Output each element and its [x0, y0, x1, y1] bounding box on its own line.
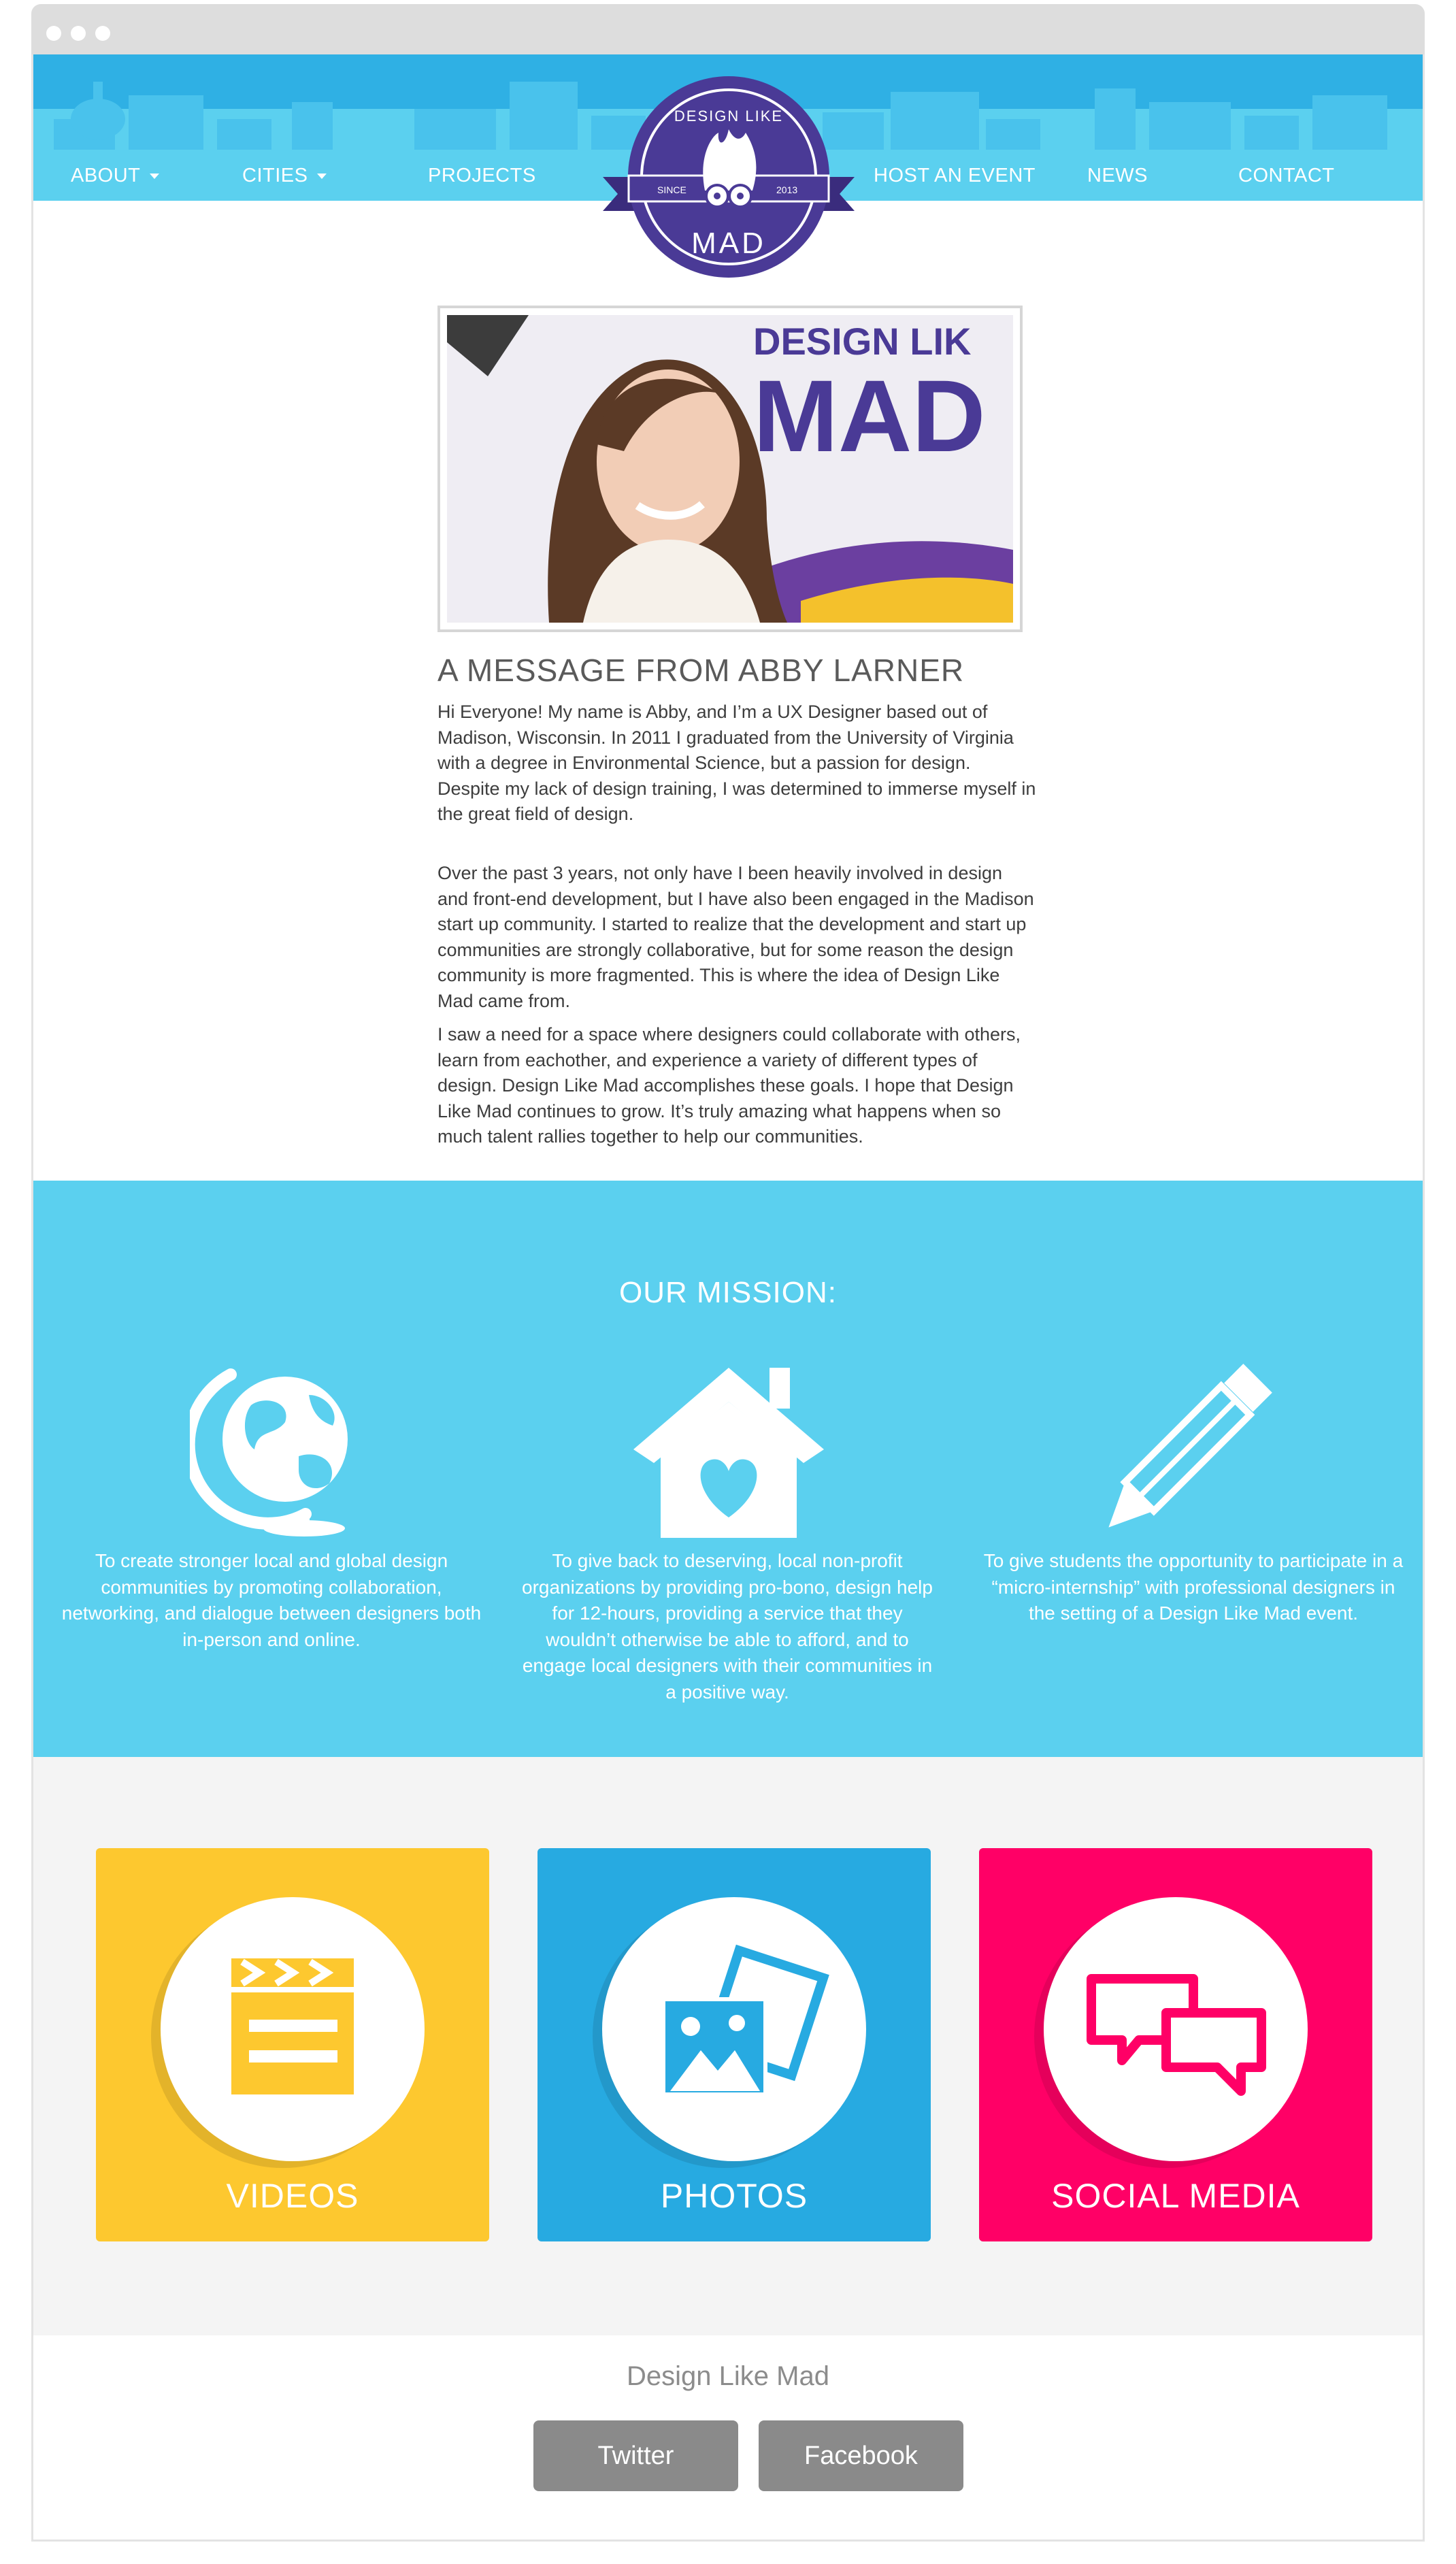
social-media-tile-label: SOCIAL MEDIA: [1051, 2177, 1300, 2215]
mission-text-3: To give students the opportunity to part…: [983, 1550, 1404, 1624]
abby-photo-frame: DESIGN LIK MAD: [437, 306, 1023, 632]
message-title: A MESSAGE FROM ABBY LARNER: [437, 653, 965, 688]
footer-title: Design Like Mad: [627, 2361, 829, 2391]
heart-house-icon: [633, 1368, 824, 1538]
design-like-mad-logo[interactable]: SINCE 2013 DESIGN LIKE MAD: [603, 75, 855, 286]
chat-bubbles-icon: [1087, 1974, 1266, 2096]
nav-host-event[interactable]: HOST AN EVENT: [874, 165, 1036, 187]
photos-tile[interactable]: PHOTOS: [537, 1848, 931, 2241]
nav-cities[interactable]: CITIES: [242, 165, 327, 187]
browser-title-bar: [31, 4, 1425, 54]
chevron-down-icon: [317, 174, 327, 180]
pencil-icon: [1108, 1364, 1272, 1528]
nav-news[interactable]: NEWS: [1087, 165, 1148, 187]
twitter-button[interactable]: Twitter: [533, 2420, 738, 2491]
social-media-tile-circle: [1044, 1897, 1308, 2161]
videos-tile[interactable]: VIDEOS: [96, 1848, 489, 2241]
window-minimize-dot[interactable]: [71, 26, 86, 41]
logo-top-text: DESIGN LIKE: [674, 108, 783, 125]
message-paragraph-3: I saw a need for a space where designers…: [437, 1024, 1021, 1147]
photo-sign-text-2: MAD: [753, 359, 986, 473]
nav-contact[interactable]: CONTACT: [1238, 165, 1335, 187]
photo-sign-text-1: DESIGN LIK: [753, 320, 971, 363]
mission-title: OUR MISSION:: [618, 1276, 838, 1309]
window-close-dot[interactable]: [46, 26, 61, 41]
window-zoom-dot[interactable]: [95, 26, 110, 41]
clapperboard-icon: [231, 1958, 354, 2094]
nav-projects[interactable]: PROJECTS: [428, 165, 536, 187]
nav-about[interactable]: ABOUT: [71, 165, 160, 187]
mission-text-1: To create stronger local and global desi…: [61, 1550, 482, 1650]
mission-text-2: To give back to deserving, local non-pro…: [522, 1550, 933, 1703]
social-media-tile[interactable]: SOCIAL MEDIA: [979, 1848, 1372, 2241]
logo-since-text: SINCE: [657, 184, 686, 195]
logo-year-text: 2013: [776, 184, 797, 195]
message-paragraph-2: Over the past 3 years, not only have I b…: [437, 863, 1034, 1011]
photos-tile-circle: [602, 1897, 866, 2161]
photos-icon: [661, 1944, 829, 2097]
abby-photo-illustration: DESIGN LIK MAD: [447, 315, 1013, 623]
videos-tile-label: VIDEOS: [226, 2177, 359, 2215]
logo-bottom-text: MAD: [691, 227, 766, 260]
videos-tile-circle: [161, 1897, 425, 2161]
abby-photo: DESIGN LIK MAD: [447, 315, 1013, 623]
photos-tile-label: PHOTOS: [660, 2177, 808, 2215]
chevron-down-icon: [150, 174, 160, 180]
facebook-button[interactable]: Facebook: [759, 2420, 963, 2491]
message-paragraph-1: Hi Everyone! My name is Abby, and I’m a …: [437, 702, 1036, 824]
mission-section: OUR MISSION: To create stronger local an…: [33, 1181, 1423, 1757]
globe-icon: [190, 1368, 348, 1536]
page-viewport: ABOUT CITIES PROJECTS HOST AN EVENT NEWS…: [31, 54, 1425, 2542]
nav-cities-label: CITIES: [242, 165, 308, 186]
nav-about-label: ABOUT: [71, 165, 141, 186]
